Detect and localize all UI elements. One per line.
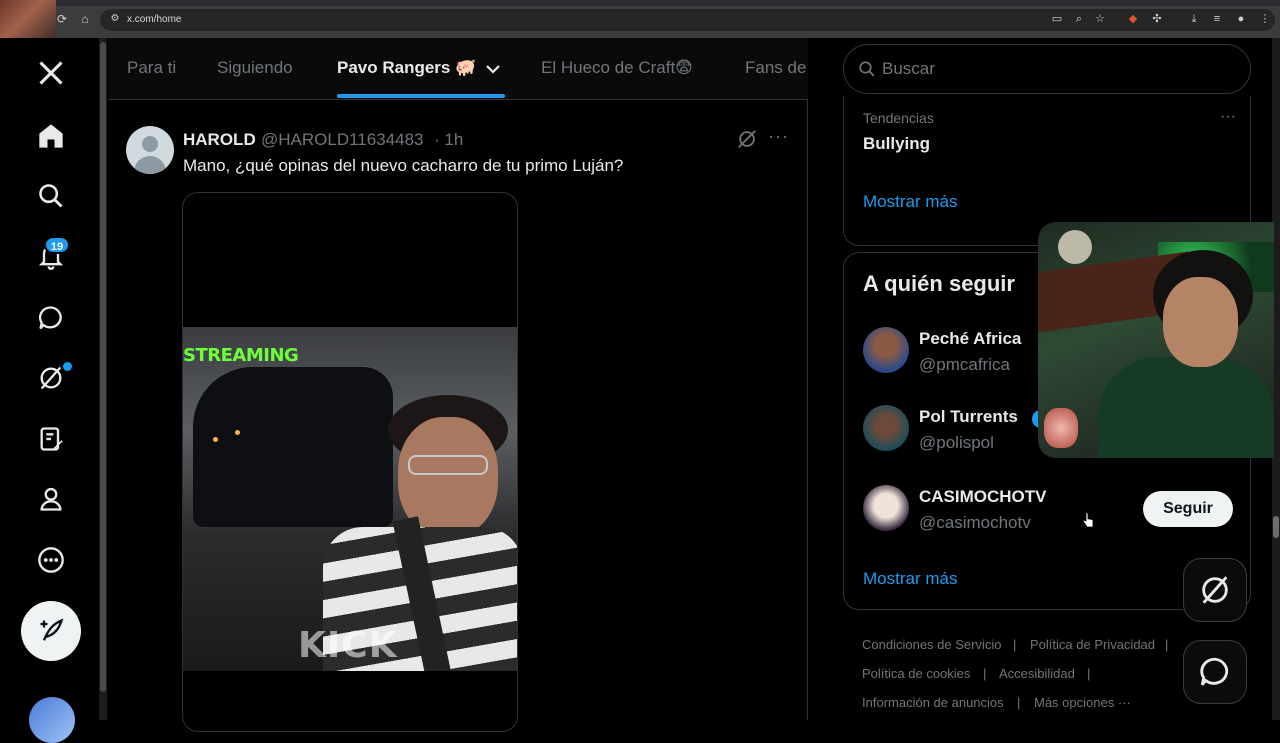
main-timeline: Para ti Siguiendo Pavo Rangers 🐖 El Huec…: [108, 38, 808, 732]
footer-separator: |: [1013, 637, 1017, 652]
chevron-down-icon[interactable]: [485, 62, 501, 76]
person-glasses: [408, 455, 488, 475]
account-name[interactable]: Pol Turrents: [919, 407, 1018, 427]
right-scrollbar-thumb[interactable]: [1273, 516, 1279, 538]
grok-floating-button[interactable]: [1183, 558, 1247, 622]
tweet-card[interactable]: HAROLD @HAROLD11634483 · 1h ··· Mano, ¿q…: [108, 112, 808, 732]
streamer-shirt: [1098, 357, 1274, 458]
grok-icon: [1202, 576, 1228, 604]
grok-unread-dot: [63, 362, 72, 371]
x-logo-icon[interactable]: [34, 56, 68, 90]
tab-strip: [0, 0, 1280, 6]
car-window: [193, 367, 393, 527]
tab-siguiendo[interactable]: Siguiendo: [217, 58, 293, 78]
messages-icon: [1200, 657, 1229, 686]
streamer-webcam-overlay: [1038, 222, 1274, 458]
tab-pavo-rangers[interactable]: Pavo Rangers 🐖: [337, 58, 476, 78]
who-to-follow-title: A quién seguir: [863, 271, 1015, 296]
url-text[interactable]: x.com/home: [127, 14, 181, 25]
footer-terms-link[interactable]: Condiciones de Servicio: [862, 637, 1001, 652]
footer-more-options-link[interactable]: Más opciones ···: [1034, 695, 1131, 710]
follow-button[interactable]: Seguir: [1143, 491, 1233, 527]
media-controls-icon[interactable]: ≡: [1210, 12, 1224, 26]
profile-icon[interactable]: ●: [1234, 12, 1248, 26]
more-options-icon[interactable]: [34, 543, 68, 577]
account-handle[interactable]: @pmcafrica: [919, 355, 1010, 375]
grok-explain-icon[interactable]: [736, 128, 758, 150]
download-icon[interactable]: ⤓: [1187, 12, 1201, 26]
tweet-media-video[interactable]: STREAMING KICK: [182, 192, 518, 732]
footer-separator: |: [983, 666, 987, 681]
tweet-text: Mano, ¿qué opinas del nuevo cacharro de …: [183, 156, 624, 175]
feather-plus-icon: [40, 618, 64, 641]
footer-separator: |: [1017, 695, 1021, 710]
trends-show-more-link[interactable]: Mostrar más: [863, 192, 957, 212]
cast-icon[interactable]: ▭: [1050, 12, 1064, 26]
tab-el-hueco-de-craft[interactable]: El Hueco de Craft😨: [541, 58, 693, 78]
left-scrollbar-thumb[interactable]: [100, 42, 106, 692]
site-info-icon[interactable]: ⚙: [108, 12, 122, 26]
microphone: [1058, 230, 1092, 264]
street-light: [213, 437, 218, 442]
footer-separator: |: [1087, 666, 1091, 681]
notifications-count-badge: 19: [44, 236, 70, 254]
tweet-timestamp[interactable]: · 1h: [434, 130, 463, 150]
search-input[interactable]: Buscar: [843, 44, 1251, 94]
video-frame[interactable]: STREAMING KICK: [183, 327, 517, 671]
messages-icon[interactable]: [34, 301, 68, 335]
account-name[interactable]: Peché Africa: [919, 329, 1021, 349]
footer-accessibility-link[interactable]: Accesibilidad: [999, 666, 1075, 681]
lists-icon[interactable]: [34, 422, 68, 456]
extensions-puzzle-icon[interactable]: ✣: [1150, 12, 1164, 26]
search-placeholder: Buscar: [882, 59, 935, 78]
follow-show-more-link[interactable]: Mostrar más: [863, 569, 957, 589]
account-avatar[interactable]: [29, 697, 75, 743]
footer-cookies-link[interactable]: Política de cookies: [862, 666, 970, 681]
account-avatar-polturrents[interactable]: [863, 405, 909, 451]
streamer-face: [1163, 277, 1238, 367]
street-light: [235, 430, 240, 435]
tweet-author-avatar[interactable]: [126, 126, 174, 174]
search-icon: [859, 61, 875, 77]
compose-post-button[interactable]: [21, 601, 81, 661]
account-handle[interactable]: @polispol: [919, 433, 994, 453]
trend-category: Tendencias: [863, 110, 934, 126]
explore-search-icon[interactable]: [34, 179, 68, 213]
tweet-author-name[interactable]: HAROLD: [183, 130, 256, 150]
timeline-tabs: Para ti Siguiendo Pavo Rangers 🐖 El Huec…: [108, 38, 808, 100]
footer-privacy-link[interactable]: Política de Privacidad: [1030, 637, 1155, 652]
browser-menu-icon[interactable]: ⋮: [1258, 12, 1272, 26]
video-overlay-streaming: STREAMING: [183, 345, 299, 366]
home-nav-icon[interactable]: [34, 119, 68, 153]
messages-floating-button[interactable]: [1183, 640, 1247, 704]
tab-para-ti[interactable]: Para ti: [127, 58, 176, 78]
left-scrollbar[interactable]: [99, 38, 107, 720]
extension-icon[interactable]: ◆: [1126, 12, 1140, 26]
video-watermark-kick: KICK: [298, 625, 398, 666]
footer-ads-info-link[interactable]: Información de anuncios: [862, 695, 1004, 710]
trend-item[interactable]: Bullying: [863, 134, 930, 154]
tweet-more-icon[interactable]: ···: [768, 126, 789, 147]
profile-nav-icon[interactable]: [34, 482, 68, 516]
account-avatar-casimochotv[interactable]: [863, 485, 909, 531]
zoom-icon[interactable]: ⌕: [1072, 12, 1086, 26]
hand-cursor-icon: [1082, 512, 1094, 528]
animated-sticker: [1044, 408, 1078, 448]
reload-icon[interactable]: ⟳: [55, 12, 69, 26]
bookmark-star-icon[interactable]: ☆: [1093, 12, 1107, 26]
browser-toolbar: ⟳ ⌂ ⚙ x.com/home ▭ ⌕ ☆ ◆ ✣ ⤓ ≡ ● ⋮: [0, 0, 1280, 38]
trend-more-icon[interactable]: ···: [1220, 108, 1236, 126]
account-avatar-pecheafrica[interactable]: [863, 327, 909, 373]
tab-fans-de[interactable]: Fans de: [745, 58, 806, 78]
home-icon[interactable]: ⌂: [78, 12, 92, 26]
account-handle[interactable]: @casimochotv: [919, 513, 1031, 533]
account-name[interactable]: CASIMOCHOTV: [919, 487, 1047, 507]
tweet-author-handle[interactable]: @HAROLD11634483: [261, 130, 423, 150]
footer-separator: |: [1165, 637, 1169, 652]
active-tab-indicator: [337, 94, 505, 98]
